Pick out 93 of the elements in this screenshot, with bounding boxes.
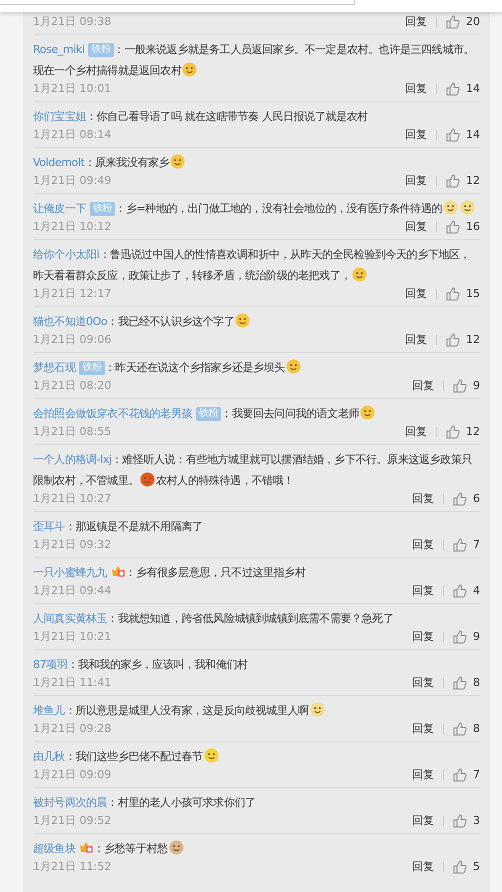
like-button[interactable]: 5: [453, 858, 480, 876]
comment-text: 一个人的格调-lxj：难怪听人说：有些地方城里就可以摆酒结婚，乡下不行。原来这返乡政策只限制农村，不管城里。 农村人的特殊待遇，不错哦！: [33, 452, 473, 489]
comment-date: 1月21日 10:01: [33, 80, 112, 97]
reply-button[interactable]: 回复: [412, 378, 434, 394]
thumbs-up-icon: [453, 584, 467, 598]
thumbs-up-icon: [453, 768, 467, 782]
reply-button[interactable]: 回复: [405, 80, 427, 98]
like-button[interactable]: 8: [453, 720, 480, 738]
like-button[interactable]: 4: [453, 582, 480, 600]
thumbs-up-icon: [453, 379, 467, 393]
comment-text: 你们宝宝姐：你自己看导语了吗 就在这瞎带节奏 人民日报说了就是农村: [33, 109, 369, 125]
thumbs-up-icon: [453, 860, 467, 874]
comment-date: 1月21日 09:52: [33, 812, 112, 829]
like-button[interactable]: 8: [453, 674, 480, 692]
reply-button[interactable]: 回复: [405, 424, 427, 440]
comment-text: 歪耳斗：那返镇是不是就不用隔离了: [33, 519, 204, 535]
fan-badge: 铁粉: [196, 407, 222, 421]
reply-button[interactable]: 回复: [412, 812, 434, 830]
comment-text: 会拍照会做饭穿衣不花钱的老男孩 铁粉 ：我要回去问问我的语文老师: [33, 403, 480, 424]
comment-date: 1月21日 11:41: [33, 674, 112, 691]
like-button[interactable]: 9: [453, 378, 480, 394]
comment-text: 梦想石现 铁粉 ：昨天还在说这个乡指家乡还是乡坝头: [33, 357, 480, 378]
like-button[interactable]: 3: [453, 812, 480, 830]
comment-text: Rose_miki 铁粉 ：一般来说返乡就是务工人员返回家乡。不一定是农村。也许是三四线城市。现在一个乡村搞得就是返回农村: [33, 42, 476, 79]
reply-button[interactable]: 回复: [405, 14, 427, 30]
fan-badge: 铁粉: [88, 43, 114, 57]
like-button[interactable]: 12: [446, 172, 480, 190]
thumbs-up-icon: [446, 174, 460, 188]
comment-date: 1月21日 09:32: [33, 536, 112, 553]
reply-button[interactable]: 回复: [412, 536, 434, 554]
reply-button[interactable]: 回复: [405, 172, 427, 190]
comment-text: 由几秋：我们这些乡巴佬不配过春节: [33, 746, 480, 767]
reply-button[interactable]: 回复: [412, 628, 434, 646]
thumbs-up-icon: [446, 333, 460, 347]
comment-date: 1月21日 10:12: [33, 218, 112, 235]
like-button[interactable]: 7: [453, 766, 480, 784]
like-button[interactable]: 6: [453, 490, 480, 508]
thumbs-up-icon: [446, 425, 460, 439]
comment-text: 让俺皮一下 铁粉 ：乡=种地的，出门做工地的，没有社会地位的，没有医疗条件待遇的: [33, 198, 480, 219]
reply-button[interactable]: 回复: [405, 332, 427, 348]
comment-date: 1月21日 09:06: [33, 332, 112, 348]
comment-text: 一只小蜜蜂九九 ：乡有很多层意思，只不过这里指乡村: [33, 564, 307, 581]
like-button[interactable]: 7: [453, 536, 480, 554]
comment-date: 1月21日 08:20: [33, 378, 112, 394]
comment-text: 87项羽：我和我的家乡，应该叫，我和俺们村: [33, 657, 249, 673]
thumbs-up-icon: [453, 492, 467, 506]
like-button[interactable]: 14: [446, 126, 480, 144]
comment-date: 1月21日 11:52: [33, 858, 112, 875]
like-button[interactable]: 12: [446, 332, 480, 348]
comment-text: 被封号两次的晨：村里的老人小孩可求求你们了: [33, 795, 257, 811]
comment-text: Voldemolt：原来我没有家乡: [33, 152, 480, 173]
reply-button[interactable]: 回复: [412, 720, 434, 738]
comment-date: 1月21日 10:27: [33, 490, 112, 507]
reply-button[interactable]: 回复: [412, 582, 434, 600]
comment-date: 1月21日 09:38: [33, 14, 112, 30]
like-button[interactable]: 15: [446, 286, 480, 302]
fan-badge: 铁粉: [79, 361, 105, 375]
thumbs-up-icon: [453, 814, 467, 828]
comment-date: 1月21日 09:44: [33, 582, 112, 599]
comment-date: 1月21日 08:55: [33, 424, 112, 440]
reply-button[interactable]: 回复: [412, 490, 434, 508]
thumbs-up-icon: [453, 630, 467, 644]
reply-button[interactable]: 回复: [412, 674, 434, 692]
reply-button[interactable]: 回复: [405, 126, 427, 144]
thumbs-up-icon: [446, 82, 460, 96]
comment-date: 1月21日 09:09: [33, 766, 112, 783]
thumbs-up-icon: [446, 128, 460, 142]
thumbs-up-icon: [453, 722, 467, 736]
thumbs-up-icon: [446, 15, 460, 29]
like-button[interactable]: 12: [446, 424, 480, 440]
like-button[interactable]: 20: [446, 14, 480, 30]
thumbs-up-icon: [446, 220, 460, 234]
comment-text: 人间真实黄林玉：我就想知道，跨省低风险城镇到城镇到底需不需要？急死了: [33, 611, 394, 627]
comment-text: 给你个小太阳i：鲁迅说过中国人的性情喜欢调和折中，从昨天的全民检验到今天的乡下地区，昨天看看群众反应，政策让步了，转移矛盾，统治阶级的老把戏了，: [33, 247, 472, 284]
reply-button[interactable]: 回复: [405, 218, 427, 236]
comment-date: 1月21日 09:49: [33, 172, 112, 189]
like-button[interactable]: 9: [453, 628, 480, 646]
like-button[interactable]: 16: [446, 218, 480, 236]
thumbs-up-icon: [453, 538, 467, 552]
reply-button[interactable]: 回复: [412, 858, 434, 876]
comment-date: 1月21日 12:17: [33, 286, 112, 302]
reply-button[interactable]: 回复: [405, 286, 427, 302]
fan-badge: 铁粉: [90, 202, 116, 216]
comment-date: 1月21日 08:14: [33, 126, 112, 143]
like-button[interactable]: 14: [446, 80, 480, 98]
comment-text: 超级鱼块 ：乡愁等于村愁: [33, 838, 480, 859]
comment-date: 1月21日 10:21: [33, 628, 112, 645]
comment-text: 猫也不知道0Oo：我已经不认识乡这个字了: [33, 311, 480, 332]
comment-date: 1月21日 09:28: [33, 720, 112, 737]
thumbs-up-icon: [446, 287, 460, 301]
reply-button[interactable]: 回复: [412, 766, 434, 784]
thumbs-up-icon: [453, 676, 467, 690]
comment-text: 堆鱼儿：所以意思是城里人没有家，这是反向歧视城里人啊: [33, 700, 480, 721]
